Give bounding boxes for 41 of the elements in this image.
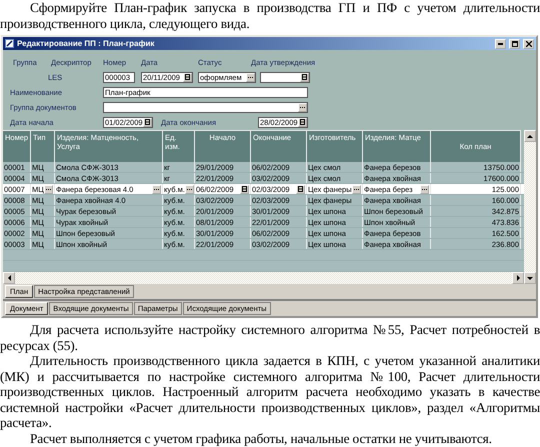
body-paragraph: Для расчета используйте настройку системного алгоритма №55, Расчет потребностей в ресурсах (55). bbox=[0, 322, 540, 353]
up-arrow-icon bbox=[527, 134, 533, 138]
minimize-icon bbox=[498, 42, 503, 44]
close-button[interactable] bbox=[523, 38, 534, 48]
body-paragraph: Расчет выполняется с учетом графика работы, начальные остатки не учитываются. bbox=[29, 430, 493, 446]
app-icon bbox=[5, 39, 14, 48]
right-arrow-icon bbox=[516, 275, 520, 281]
window-title: Редактирование ПП : План-график bbox=[17, 39, 156, 48]
calendar-icon bbox=[300, 119, 305, 125]
maximize-icon bbox=[512, 40, 518, 46]
scroll-left-button[interactable] bbox=[3, 272, 15, 284]
lookup-button[interactable] bbox=[352, 184, 361, 194]
calendar-icon bbox=[145, 119, 150, 125]
scroll-down-button[interactable] bbox=[524, 272, 536, 284]
left-arrow-icon bbox=[6, 275, 12, 281]
scroll-right-button[interactable] bbox=[512, 272, 524, 284]
maximize-button[interactable] bbox=[509, 38, 520, 48]
scroll-up-button[interactable] bbox=[524, 130, 536, 142]
calendar-button[interactable] bbox=[296, 184, 305, 194]
calendar-icon bbox=[302, 74, 307, 80]
close-icon bbox=[526, 40, 532, 46]
lookup-button[interactable] bbox=[44, 184, 53, 194]
approval-date-field[interactable] bbox=[260, 72, 310, 82]
calendar-button[interactable] bbox=[143, 118, 152, 126]
calendar-button[interactable] bbox=[183, 72, 192, 82]
lookup-button[interactable] bbox=[152, 184, 161, 194]
calendar-icon bbox=[298, 186, 303, 192]
calendar-button[interactable] bbox=[240, 184, 249, 194]
lookup-button[interactable] bbox=[298, 102, 307, 112]
calendar-icon bbox=[185, 74, 190, 80]
lookup-button[interactable] bbox=[420, 184, 429, 194]
document-group-field[interactable] bbox=[103, 102, 308, 112]
calendar-button[interactable] bbox=[300, 72, 309, 82]
intro-paragraph: Сформируйте План-график запуска в производства ГП и ПФ с учетом длительности производственного цикла, следующего вида. bbox=[0, 0, 540, 31]
minimize-button[interactable] bbox=[495, 38, 506, 48]
calendar-icon bbox=[242, 186, 247, 192]
lookup-button[interactable] bbox=[184, 184, 194, 194]
lookup-button[interactable] bbox=[246, 72, 255, 82]
down-arrow-icon bbox=[527, 276, 533, 280]
body-paragraph: Длительность производственного цикла задается в КПН, с учетом указанной аналитики (МК) и рассчитывается по настройке системного алгоритма №100, Расчет длительности производственных циклов. Настроенный алгоритм расчета необходимо указать в качестве системной настройки «Расчет длительности производственных циклов», раздел «Алгоритмы расчета». bbox=[0, 353, 540, 430]
calendar-button[interactable] bbox=[298, 118, 307, 126]
